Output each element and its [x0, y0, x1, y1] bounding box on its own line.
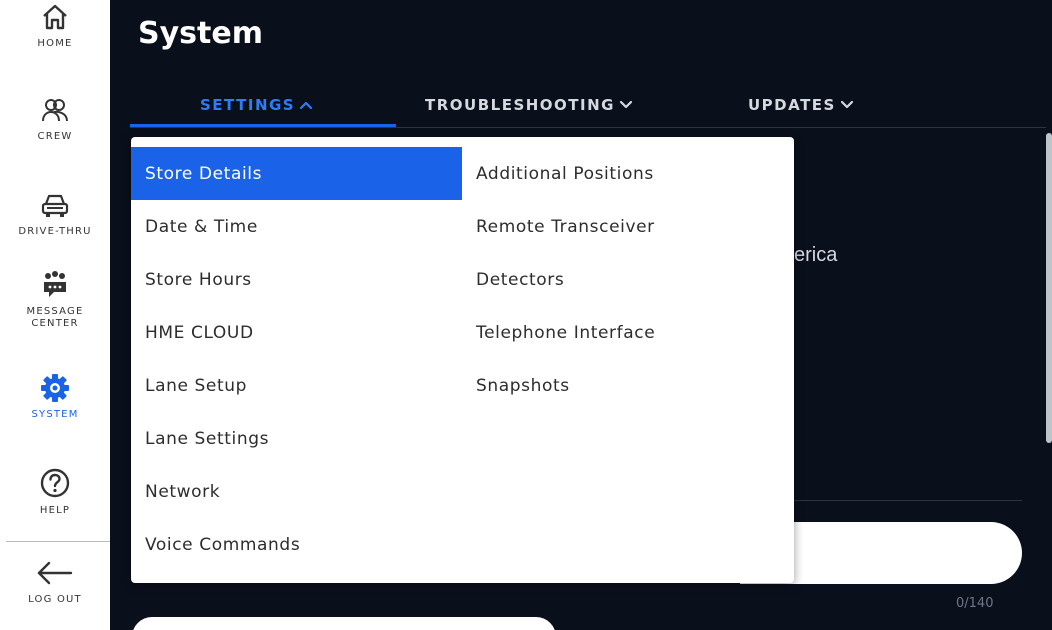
chevron-down-icon [840, 100, 853, 109]
sidebar-item-drive-thru[interactable]: DRIVE-THRU [0, 190, 110, 238]
menu-item-date-time[interactable]: Date & Time [131, 200, 462, 253]
tab-label: TROUBLESHOOTING [425, 96, 615, 114]
chevron-up-icon [300, 101, 313, 110]
chevron-down-icon [619, 100, 633, 109]
sidebar-item-label: LOG OUT [28, 594, 82, 605]
menu-item-network[interactable]: Network [131, 465, 462, 518]
bottom-input-field[interactable] [132, 617, 556, 630]
sidebar-item-message-center[interactable]: MESSAGE CENTER [0, 270, 110, 330]
sidebar-item-label: MESSAGE CENTER [26, 306, 84, 329]
message-center-icon [44, 271, 66, 297]
menu-item-lane-setup[interactable]: Lane Setup [131, 359, 462, 412]
menu-item-lane-settings[interactable]: Lane Settings [131, 412, 462, 465]
sidebar-item-label: SYSTEM [31, 409, 79, 420]
tab-bar: SETTINGS TROUBLESHOOTING UPDATES [130, 92, 1046, 128]
menu-item-voice-commands[interactable]: Voice Commands [131, 518, 462, 571]
sidebar: HOME CREW DRIVE-THRU MESSAGE CENTER SYST… [0, 0, 110, 630]
menu-item-store-hours[interactable]: Store Hours [131, 253, 462, 306]
home-icon [43, 4, 67, 30]
menu-item-detectors[interactable]: Detectors [462, 253, 794, 306]
tab-label: SETTINGS [200, 96, 296, 114]
tab-updates[interactable]: UPDATES [748, 96, 854, 114]
section-divider [794, 500, 1022, 501]
sidebar-item-help[interactable]: HELP [0, 467, 110, 517]
page-title: System [138, 16, 263, 51]
menu-item-snapshots[interactable]: Snapshots [462, 359, 794, 412]
car-icon [41, 194, 69, 217]
settings-dropdown-menu: Store Details Date & Time Store Hours HM… [131, 137, 794, 583]
tab-label: UPDATES [748, 96, 836, 114]
arrow-left-icon [37, 561, 73, 585]
sidebar-item-label: DRIVE-THRU [18, 226, 92, 237]
sidebar-item-log-out[interactable]: LOG OUT [0, 558, 110, 606]
help-icon [40, 468, 70, 498]
active-tab-indicator [130, 124, 396, 127]
menu-item-additional-positions[interactable]: Additional Positions [462, 147, 794, 200]
sidebar-item-label: CREW [37, 131, 73, 142]
background-field-value: erica [794, 244, 838, 266]
sidebar-item-label: HOME [37, 38, 73, 49]
sidebar-item-system[interactable]: SYSTEM [0, 373, 110, 421]
menu-item-remote-transceiver[interactable]: Remote Transceiver [462, 200, 794, 253]
character-counter: 0/140 [956, 596, 994, 611]
sidebar-item-home[interactable]: HOME [0, 2, 110, 50]
sidebar-item-crew[interactable]: CREW [0, 95, 110, 143]
sidebar-divider [6, 541, 110, 542]
tab-settings[interactable]: SETTINGS [200, 96, 313, 114]
menu-item-hme-cloud[interactable]: HME CLOUD [131, 306, 462, 359]
scrollbar[interactable] [1046, 133, 1052, 443]
sidebar-item-label: HELP [39, 505, 71, 516]
menu-item-store-details[interactable]: Store Details [131, 147, 462, 200]
tab-troubleshooting[interactable]: TROUBLESHOOTING [425, 96, 633, 114]
menu-item-telephone-interface[interactable]: Telephone Interface [462, 306, 794, 359]
crew-icon [42, 99, 68, 122]
gear-icon [41, 374, 69, 402]
